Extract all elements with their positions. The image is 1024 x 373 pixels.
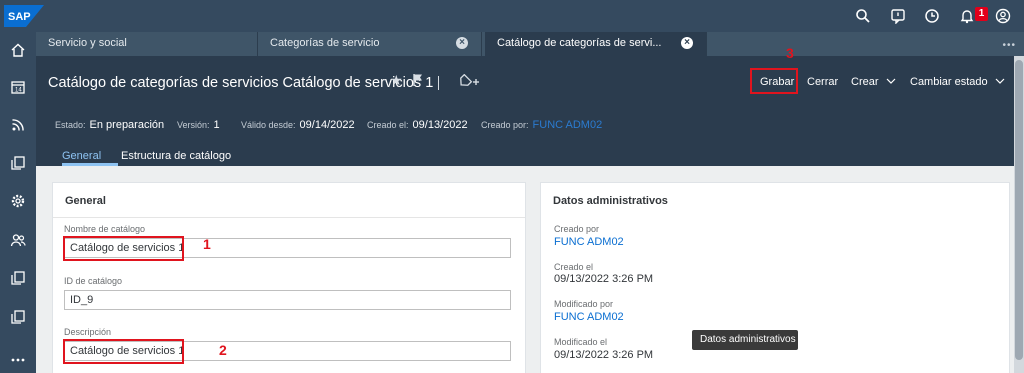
bell-icon[interactable]: [957, 6, 977, 26]
user-icon[interactable]: [993, 6, 1013, 26]
side-navigation: 14: [0, 32, 36, 373]
descripcion-label: Descripción: [64, 327, 112, 337]
create-label: Crear: [851, 76, 879, 88]
feedback-icon[interactable]: [888, 6, 908, 26]
meta-value: 09/13/2022: [412, 119, 468, 131]
highlight-save-box: [750, 68, 798, 94]
meta-value: 09/14/2022: [299, 119, 355, 131]
close-button[interactable]: Cerrar: [807, 76, 838, 88]
meta-version: Versión: 1: [177, 119, 220, 131]
copy-icon[interactable]: [8, 153, 28, 173]
admin-creado-por-label: Creado por: [554, 224, 600, 234]
more-icon[interactable]: [8, 350, 28, 370]
meta-label: Creado el:: [367, 120, 409, 130]
selected-tab-indicator: [62, 163, 118, 166]
svg-text:14: 14: [15, 88, 22, 94]
meta-label: Válido desde:: [241, 120, 296, 130]
tab-catalogo-categorias[interactable]: Catálogo de categorías de servi... ×: [485, 32, 707, 56]
tooltip: Datos administrativos: [692, 330, 798, 350]
meta-label: Estado:: [55, 120, 86, 130]
object-header: Catálogo de categorías de servicios Catá…: [36, 45, 1014, 166]
tab-estructura-catalogo[interactable]: Estructura de catálogo: [121, 150, 231, 162]
tab-categorias-servicio[interactable]: Categorías de servicio ×: [258, 32, 482, 56]
sap-logo[interactable]: SAP: [4, 5, 44, 27]
star-icon[interactable]: ★: [390, 72, 403, 89]
admin-modificado-por-link[interactable]: FUNC ADM02: [554, 311, 624, 323]
meta-label: Creado por:: [481, 120, 529, 130]
meta-label: Versión:: [177, 120, 210, 130]
flag-icon[interactable]: [412, 73, 424, 90]
chevron-down-icon: [886, 78, 896, 84]
tab-servicio-social[interactable]: Servicio y social: [36, 32, 258, 56]
header-separator: [438, 76, 439, 90]
page-title: Catálogo de categorías de servicios Catá…: [48, 75, 434, 91]
meta-value: 1: [213, 119, 220, 131]
tag-add-icon[interactable]: [458, 73, 480, 91]
id-catalogo-input[interactable]: ID_9: [64, 290, 511, 310]
close-icon[interactable]: ×: [681, 37, 693, 49]
admin-creado-el-value: 09/13/2022 3:26 PM: [554, 273, 654, 285]
annotation-1: 1: [203, 236, 211, 252]
shell-bar: SAP 1: [0, 0, 1024, 32]
admin-modificado-el-label: Modificado el: [554, 337, 608, 347]
svg-text:SAP: SAP: [8, 11, 31, 23]
users-icon[interactable]: [8, 230, 28, 250]
tab-label: Servicio y social: [48, 37, 127, 49]
overflow-icon[interactable]: •••: [1002, 40, 1016, 51]
create-button[interactable]: Crear: [851, 76, 896, 88]
meta-estado: Estado: En preparación: [55, 119, 164, 131]
admin-creado-el-label: Creado el: [554, 262, 594, 272]
app-tab-strip: Servicio y social Categorías de servicio…: [36, 32, 1024, 56]
admin-creado-por-link[interactable]: FUNC ADM02: [554, 236, 624, 248]
highlight-descripcion-box: [63, 339, 184, 364]
tab-label: Catálogo de categorías de servi...: [497, 37, 662, 49]
meta-creado-el: Creado el: 09/13/2022: [367, 119, 468, 131]
admin-modificado-por-label: Modificado por: [554, 299, 614, 309]
divider: [53, 217, 525, 218]
search-icon[interactable]: [853, 6, 873, 26]
creado-por-link[interactable]: FUNC ADM02: [533, 119, 603, 131]
highlight-nombre-box: [63, 236, 184, 261]
meta-value: En preparación: [89, 119, 165, 131]
feed-icon[interactable]: [8, 115, 28, 135]
change-status-label: Cambiar estado: [910, 76, 988, 88]
home-icon[interactable]: [8, 40, 28, 60]
annotation-2: 2: [219, 342, 227, 358]
tab-label: Categorías de servicio: [270, 37, 380, 49]
meta-valido-desde: Válido desde: 09/14/2022: [241, 119, 355, 131]
admin-title: Datos administrativos: [553, 195, 668, 207]
history-icon[interactable]: [922, 6, 942, 26]
admin-modificado-el-value: 09/13/2022 3:26 PM: [554, 349, 654, 361]
annotation-3: 3: [786, 45, 794, 61]
change-status-button[interactable]: Cambiar estado: [910, 76, 1005, 88]
settings-icon[interactable]: [8, 191, 28, 211]
id-label: ID de catálogo: [64, 276, 123, 286]
meta-creado-por: Creado por: FUNC ADM02: [481, 119, 602, 131]
tab-general[interactable]: General: [62, 150, 101, 162]
nombre-label: Nombre de catálogo: [64, 224, 146, 234]
general-title: General: [65, 195, 106, 207]
chevron-down-icon: [995, 78, 1005, 84]
copy-icon[interactable]: [8, 307, 28, 327]
calendar-icon[interactable]: 14: [8, 77, 28, 97]
notification-badge: 1: [975, 7, 988, 21]
close-icon[interactable]: ×: [456, 37, 468, 49]
copy-icon[interactable]: [8, 268, 28, 288]
scrollbar-thumb[interactable]: [1015, 60, 1023, 360]
